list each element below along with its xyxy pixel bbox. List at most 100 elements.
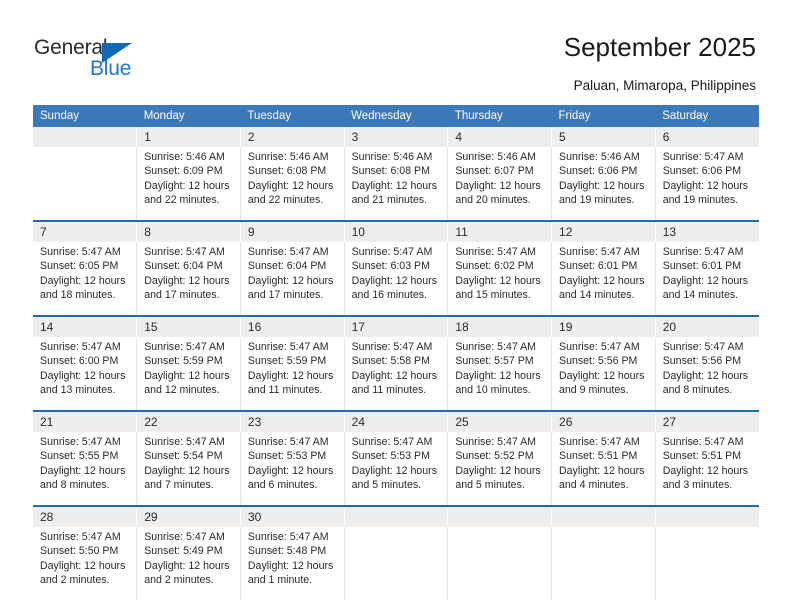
day-cell[interactable]: Sunrise: 5:47 AM Sunset: 6:05 PM Dayligh… [33,242,138,316]
day-number[interactable]: 27 [655,410,759,432]
daylight-text-1: Daylight: 12 hours [351,369,437,382]
daylight-text-2: and 11 minutes. [247,384,323,397]
day-cell[interactable]: Sunrise: 5:47 AM Sunset: 6:03 PM Dayligh… [344,242,449,316]
day-cell[interactable]: Sunrise: 5:46 AM Sunset: 6:06 PM Dayligh… [551,147,656,221]
day-number[interactable] [33,127,138,147]
sunrise-text: Sunrise: 5:47 AM [662,151,744,163]
day-number[interactable]: 6 [655,127,759,147]
day-number [551,505,656,527]
day-cell[interactable]: Sunrise: 5:47 AM Sunset: 6:02 PM Dayligh… [447,242,553,316]
day-cell[interactable]: Sunrise: 5:47 AM Sunset: 5:52 PM Dayligh… [447,432,553,506]
sunset-text: Sunset: 5:51 PM [662,450,742,463]
day-cell[interactable]: Sunrise: 5:47 AM Sunset: 6:01 PM Dayligh… [655,242,759,316]
sunset-text: Sunset: 6:02 PM [455,260,534,273]
day-number[interactable]: 30 [240,505,345,527]
sunset-text: Sunset: 5:52 PM [455,450,534,463]
day-cell[interactable]: Sunrise: 5:47 AM Sunset: 5:53 PM Dayligh… [344,432,449,506]
sunset-text: Sunset: 6:08 PM [247,165,327,178]
day-number[interactable]: 9 [240,220,345,242]
day-cell[interactable]: Sunrise: 5:47 AM Sunset: 5:53 PM Dayligh… [240,432,345,506]
weekday-header-saturday: Saturday [655,105,759,127]
day-number[interactable]: 21 [33,410,138,432]
day-number[interactable]: 4 [447,127,553,147]
sunrise-text: Sunrise: 5:47 AM [144,246,225,258]
day-number[interactable]: 2 [240,127,345,147]
day-cell[interactable]: Sunrise: 5:46 AM Sunset: 6:08 PM Dayligh… [344,147,449,221]
day-number[interactable]: 15 [136,315,241,337]
day-number[interactable]: 28 [33,505,138,527]
day-number[interactable]: 14 [33,315,138,337]
day-number[interactable]: 8 [136,220,241,242]
day-cell[interactable]: Sunrise: 5:46 AM Sunset: 6:07 PM Dayligh… [447,147,553,221]
day-number[interactable]: 13 [655,220,759,242]
page-subtitle: Paluan, Mimaropa, Philippines [573,78,756,93]
day-number[interactable]: 23 [240,410,345,432]
sunrise-text: Sunrise: 5:47 AM [351,246,433,258]
sunrise-text: Sunrise: 5:46 AM [455,151,536,163]
weekday-header-monday: Monday [136,105,241,127]
day-cell[interactable]: Sunrise: 5:47 AM Sunset: 5:56 PM Dayligh… [655,337,759,411]
day-cell[interactable]: Sunrise: 5:47 AM Sunset: 6:01 PM Dayligh… [551,242,656,316]
day-cell[interactable]: Sunrise: 5:47 AM Sunset: 6:04 PM Dayligh… [240,242,345,316]
day-cell[interactable]: Sunrise: 5:47 AM Sunset: 5:51 PM Dayligh… [655,432,759,506]
day-cell-empty [655,527,759,600]
daylight-text-1: Daylight: 12 hours [662,179,749,192]
daylight-text-1: Daylight: 12 hours [247,179,334,192]
day-cell[interactable]: Sunrise: 5:46 AM Sunset: 6:09 PM Dayligh… [136,147,241,221]
daylight-text-1: Daylight: 12 hours [662,369,749,382]
day-cell[interactable]: Sunrise: 5:47 AM Sunset: 5:49 PM Dayligh… [136,527,241,600]
day-cell[interactable]: Sunrise: 5:47 AM Sunset: 5:59 PM Dayligh… [240,337,345,411]
day-number[interactable]: 25 [447,410,553,432]
day-cell[interactable]: Sunrise: 5:47 AM Sunset: 6:06 PM Dayligh… [655,147,759,221]
day-number[interactable]: 18 [447,315,553,337]
day-cell[interactable]: Sunrise: 5:47 AM Sunset: 5:51 PM Dayligh… [551,432,656,506]
sunset-text: Sunset: 6:06 PM [559,165,638,178]
sunrise-text: Sunrise: 5:47 AM [662,436,744,448]
daylight-text-1: Daylight: 12 hours [455,274,541,287]
day-number[interactable]: 3 [344,127,449,147]
weekday-header-thursday: Thursday [447,105,552,127]
day-cell[interactable]: Sunrise: 5:47 AM Sunset: 5:50 PM Dayligh… [33,527,138,600]
sunset-text: Sunset: 6:04 PM [247,260,327,273]
daylight-text-2: and 15 minutes. [455,289,531,302]
sunrise-text: Sunrise: 5:47 AM [40,531,121,543]
sunrise-text: Sunrise: 5:47 AM [144,436,225,448]
day-number[interactable]: 24 [344,410,449,432]
day-cell[interactable]: Sunrise: 5:46 AM Sunset: 6:08 PM Dayligh… [240,147,345,221]
daylight-text-1: Daylight: 12 hours [559,179,645,192]
daylight-text-2: and 14 minutes. [662,289,739,302]
weekday-header-sunday: Sunday [33,105,137,127]
day-number[interactable]: 20 [655,315,759,337]
day-number[interactable]: 10 [344,220,449,242]
brand-logo[interactable]: General Blue [34,36,214,88]
day-number[interactable]: 19 [551,315,656,337]
day-number[interactable]: 12 [551,220,656,242]
day-number[interactable]: 17 [344,315,449,337]
day-cell[interactable]: Sunrise: 5:47 AM Sunset: 5:48 PM Dayligh… [240,527,345,600]
day-cell[interactable]: Sunrise: 5:47 AM Sunset: 5:59 PM Dayligh… [136,337,241,411]
sunset-text: Sunset: 5:50 PM [40,545,119,558]
day-number[interactable]: 29 [136,505,241,527]
sunrise-text: Sunrise: 5:47 AM [455,436,536,448]
daylight-text-2: and 2 minutes. [40,574,110,587]
day-cell[interactable]: Sunrise: 5:47 AM Sunset: 5:56 PM Dayligh… [551,337,656,411]
day-number[interactable]: 26 [551,410,656,432]
day-cell[interactable]: Sunrise: 5:47 AM Sunset: 5:55 PM Dayligh… [33,432,138,506]
day-cell-empty [447,527,553,600]
day-number[interactable]: 1 [136,127,241,147]
day-cell[interactable]: Sunrise: 5:47 AM Sunset: 6:00 PM Dayligh… [33,337,138,411]
day-number[interactable]: 11 [447,220,553,242]
sunrise-text: Sunrise: 5:47 AM [40,436,121,448]
day-cell[interactable]: Sunrise: 5:47 AM Sunset: 5:57 PM Dayligh… [447,337,553,411]
sunrise-text: Sunrise: 5:47 AM [559,341,640,353]
day-cell[interactable]: Sunrise: 5:47 AM Sunset: 6:04 PM Dayligh… [136,242,241,316]
daylight-text-1: Daylight: 12 hours [144,369,230,382]
day-number[interactable]: 7 [33,220,138,242]
day-cell[interactable]: Sunrise: 5:47 AM Sunset: 5:54 PM Dayligh… [136,432,241,506]
day-number[interactable]: 22 [136,410,241,432]
day-cell[interactable]: Sunrise: 5:47 AM Sunset: 5:58 PM Dayligh… [344,337,449,411]
day-number[interactable]: 16 [240,315,345,337]
sunrise-text: Sunrise: 5:47 AM [247,436,329,448]
day-number[interactable]: 5 [551,127,656,147]
weekday-header-tuesday: Tuesday [240,105,345,127]
